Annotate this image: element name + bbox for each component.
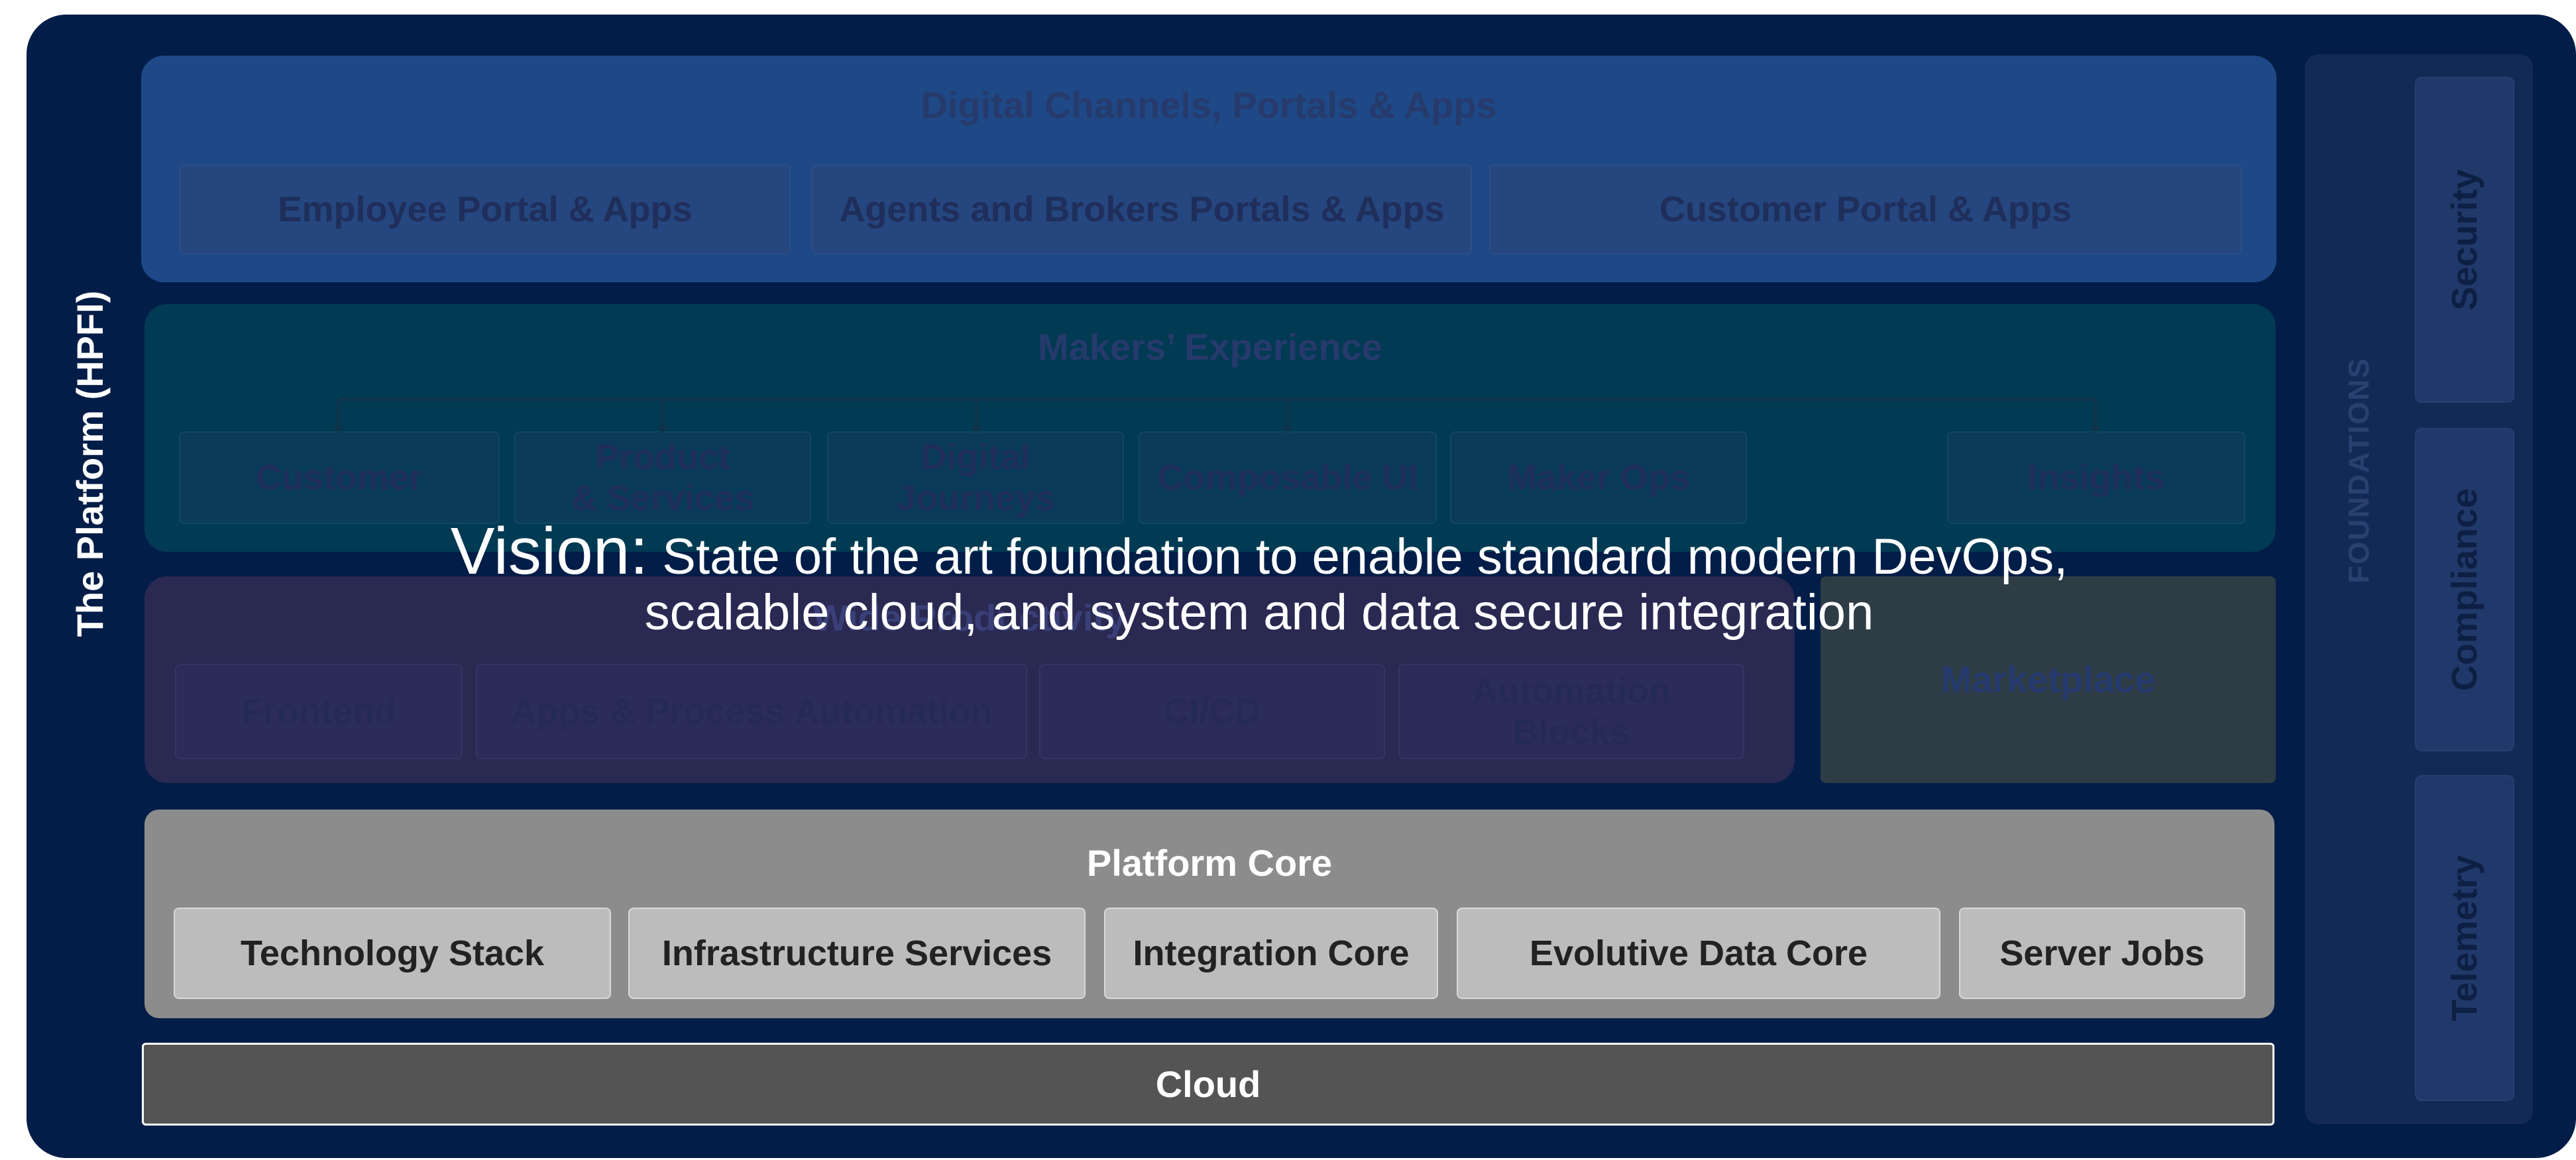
vision-text: State of the art foundation to enable st…	[644, 529, 2068, 641]
compliance-label: Compliance	[2445, 488, 2485, 692]
server-jobs-box: Server Jobs	[1959, 908, 2245, 999]
automation-blocks-box: Automation Blocks	[1398, 664, 1744, 759]
security-label: Security	[2445, 169, 2485, 311]
integration-core-box: Integration Core	[1104, 908, 1438, 999]
evolutive-data-core-box: Evolutive Data Core	[1457, 908, 1940, 999]
infrastructure-services-box: Infrastructure Services	[628, 908, 1086, 999]
platform-core-title: Platform Core	[1086, 842, 1333, 884]
ci-cd-box: CI/CD	[1039, 664, 1385, 759]
frontend-box: Frontend	[175, 664, 463, 759]
vision-statement: Vision: State of the art foundation to e…	[424, 518, 2094, 641]
cloud-layer: Cloud	[142, 1043, 2274, 1126]
telemetry-label: Telemetry	[2445, 855, 2485, 1022]
technology-stack-box: Technology Stack	[174, 908, 611, 999]
platform-core-layer: Platform Core Technology Stack Infrastru…	[144, 810, 2274, 1018]
vision-lead: Vision:	[450, 514, 649, 588]
apps-process-automation-box: Apps & Process Automation	[476, 664, 1027, 759]
foundations-label: FOUNDATIONS	[2343, 357, 2375, 584]
